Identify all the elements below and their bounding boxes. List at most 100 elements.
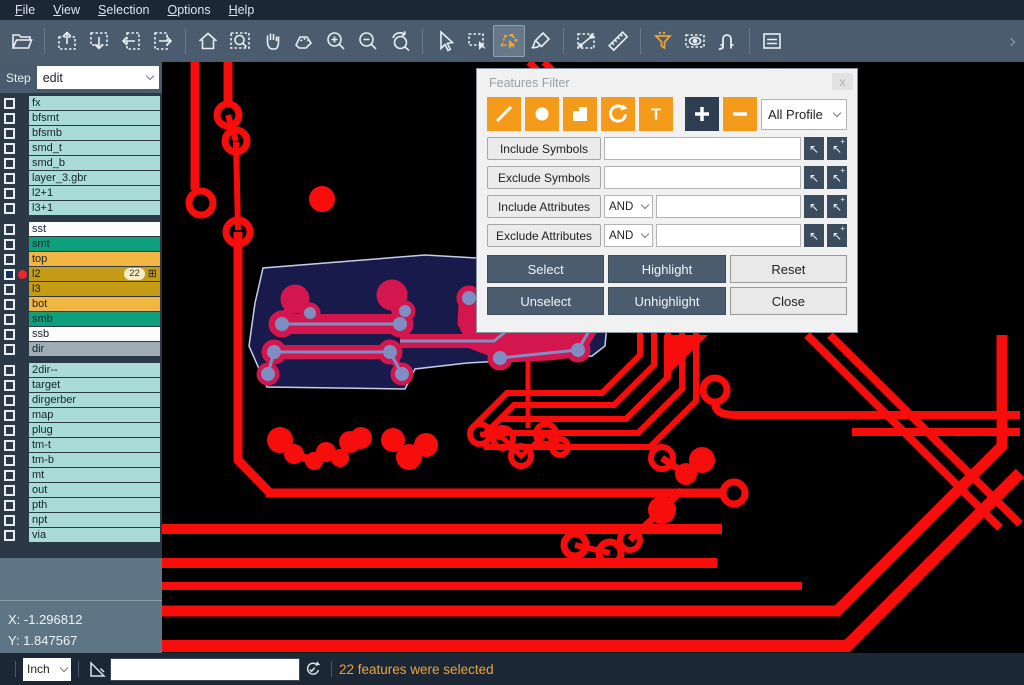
layer-row-dir[interactable]: dir bbox=[0, 342, 162, 356]
import-up-icon[interactable] bbox=[51, 25, 83, 57]
layer-row-smb[interactable]: smb bbox=[0, 312, 162, 326]
layer-visibility-checkbox[interactable] bbox=[4, 224, 15, 235]
layer-visibility-checkbox[interactable] bbox=[4, 98, 15, 109]
layer-row-tm-b[interactable]: tm-b bbox=[0, 453, 162, 467]
layer-visibility-checkbox[interactable] bbox=[4, 113, 15, 124]
layer-row-bfsmb[interactable]: bfsmb bbox=[0, 126, 162, 140]
view-options-icon[interactable] bbox=[679, 25, 711, 57]
layer-color-bar[interactable]: 2dir-- bbox=[29, 363, 160, 377]
layer-visibility-checkbox[interactable] bbox=[4, 365, 15, 376]
pad-icon[interactable] bbox=[525, 97, 559, 131]
pick-add-symbol-icon[interactable]: ↖+ bbox=[827, 166, 847, 189]
pick-add-attribute-icon[interactable]: ↖+ bbox=[827, 224, 847, 247]
features-filter-icon[interactable] bbox=[647, 25, 679, 57]
pan-hand-icon[interactable] bbox=[256, 25, 288, 57]
reset-button[interactable]: Reset bbox=[730, 255, 847, 283]
layer-color-bar[interactable]: smd_b bbox=[29, 156, 160, 170]
highlight-button[interactable]: Highlight bbox=[608, 255, 725, 283]
layer-row-smt[interactable]: smt bbox=[0, 237, 162, 251]
layer-color-bar[interactable]: l3+1 bbox=[29, 201, 160, 215]
layer-visibility-checkbox[interactable] bbox=[4, 269, 15, 280]
import-right-icon[interactable] bbox=[147, 25, 179, 57]
layer-visibility-checkbox[interactable] bbox=[4, 143, 15, 154]
layer-row-smd_b[interactable]: smd_b bbox=[0, 156, 162, 170]
layer-color-bar[interactable]: bfsmb bbox=[29, 126, 160, 140]
import-left-icon[interactable] bbox=[115, 25, 147, 57]
layer-visibility-checkbox[interactable] bbox=[4, 173, 15, 184]
pick-attribute-icon[interactable]: ↖ bbox=[804, 224, 824, 247]
layer-row-map[interactable]: map bbox=[0, 408, 162, 422]
layer-row-smd_t[interactable]: smd_t bbox=[0, 141, 162, 155]
include-symbols-input[interactable] bbox=[604, 137, 801, 160]
include-symbols-button[interactable]: Include Symbols bbox=[487, 137, 601, 160]
layer-visibility-checkbox[interactable] bbox=[4, 425, 15, 436]
layer-row-mt[interactable]: mt bbox=[0, 468, 162, 482]
layer-color-bar[interactable]: via bbox=[29, 528, 160, 542]
layer-visibility-checkbox[interactable] bbox=[4, 203, 15, 214]
exclude-attributes-button[interactable]: Exclude Attributes bbox=[487, 224, 601, 247]
layer-color-bar[interactable]: mt bbox=[29, 468, 160, 482]
pick-symbol-icon[interactable]: ↖ bbox=[804, 137, 824, 160]
layer-row-fx[interactable]: fx bbox=[0, 96, 162, 110]
layer-color-bar[interactable]: dir bbox=[29, 342, 160, 356]
select-cursor-icon[interactable] bbox=[429, 25, 461, 57]
layer-color-bar[interactable]: fx bbox=[29, 96, 160, 110]
menu-file[interactable]: File bbox=[6, 1, 44, 19]
layer-color-bar[interactable]: sst bbox=[29, 222, 160, 236]
layer-visibility-checkbox[interactable] bbox=[4, 500, 15, 511]
layer-color-bar[interactable]: l2+1 bbox=[29, 186, 160, 200]
layer-row-dirgerber[interactable]: dirgerber bbox=[0, 393, 162, 407]
negative-mode-icon[interactable] bbox=[723, 97, 757, 131]
layer-row-target[interactable]: target bbox=[0, 378, 162, 392]
layer-row-l2+1[interactable]: l2+1 bbox=[0, 186, 162, 200]
menu-options[interactable]: Options bbox=[158, 1, 219, 19]
layer-row-plug[interactable]: plug bbox=[0, 423, 162, 437]
command-input[interactable] bbox=[110, 658, 300, 681]
layer-color-bar[interactable]: tm-b bbox=[29, 453, 160, 467]
layer-visibility-checkbox[interactable] bbox=[4, 470, 15, 481]
layer-visibility-checkbox[interactable] bbox=[4, 530, 15, 541]
layer-row-layer_3.gbr[interactable]: layer_3.gbr bbox=[0, 171, 162, 185]
layer-row-pth[interactable]: pth bbox=[0, 498, 162, 512]
step-dropdown[interactable]: edit bbox=[37, 66, 159, 89]
layer-visibility-checkbox[interactable] bbox=[4, 128, 15, 139]
layer-color-bar[interactable]: dirgerber bbox=[29, 393, 160, 407]
layer-color-bar[interactable]: smt bbox=[29, 237, 160, 251]
import-down-icon[interactable] bbox=[83, 25, 115, 57]
clear-brush-icon[interactable] bbox=[525, 25, 557, 57]
layer-color-bar[interactable]: target bbox=[29, 378, 160, 392]
surface-icon[interactable] bbox=[563, 97, 597, 131]
profile-dropdown[interactable]: All Profile bbox=[761, 99, 847, 130]
layer-color-bar[interactable]: tm-t bbox=[29, 438, 160, 452]
layer-color-bar[interactable]: smb bbox=[29, 312, 160, 326]
unselect-button[interactable]: Unselect bbox=[487, 287, 604, 315]
exclude-symbols-input[interactable] bbox=[604, 166, 801, 189]
layer-visibility-checkbox[interactable] bbox=[4, 158, 15, 169]
units-dropdown[interactable]: Inch bbox=[23, 658, 71, 681]
layer-color-bar[interactable]: bot bbox=[29, 297, 160, 311]
sync-check-icon[interactable] bbox=[300, 657, 324, 681]
pick-attribute-icon[interactable]: ↖ bbox=[804, 195, 824, 218]
exclude-symbols-button[interactable]: Exclude Symbols bbox=[487, 166, 601, 189]
layer-row-bot[interactable]: bot bbox=[0, 297, 162, 311]
zoom-out-icon[interactable] bbox=[352, 25, 384, 57]
layer-row-bfsmt[interactable]: bfsmt bbox=[0, 111, 162, 125]
layer-row-out[interactable]: out bbox=[0, 483, 162, 497]
angle-measure-icon[interactable] bbox=[86, 657, 110, 681]
menu-view[interactable]: View bbox=[44, 1, 89, 19]
menu-selection[interactable]: Selection bbox=[89, 1, 158, 19]
zoom-in-icon[interactable] bbox=[320, 25, 352, 57]
layer-color-bar[interactable]: top bbox=[29, 252, 160, 266]
layer-row-sst[interactable]: sst bbox=[0, 222, 162, 236]
rectangle-select-icon[interactable] bbox=[461, 25, 493, 57]
ruler-icon[interactable] bbox=[602, 25, 634, 57]
include-attributes-and-dropdown[interactable]: AND bbox=[604, 195, 653, 218]
active-layer-column[interactable] bbox=[15, 270, 29, 279]
layer-color-bar[interactable]: smd_t bbox=[29, 141, 160, 155]
snap-magnet-icon[interactable] bbox=[711, 25, 743, 57]
dialog-close-icon[interactable]: x bbox=[832, 73, 853, 90]
layers-panel-icon[interactable] bbox=[756, 25, 788, 57]
unhighlight-button[interactable]: Unhighlight bbox=[608, 287, 725, 315]
positive-mode-icon[interactable] bbox=[685, 97, 719, 131]
toolbar-overflow-chevron[interactable] bbox=[1008, 32, 1014, 50]
